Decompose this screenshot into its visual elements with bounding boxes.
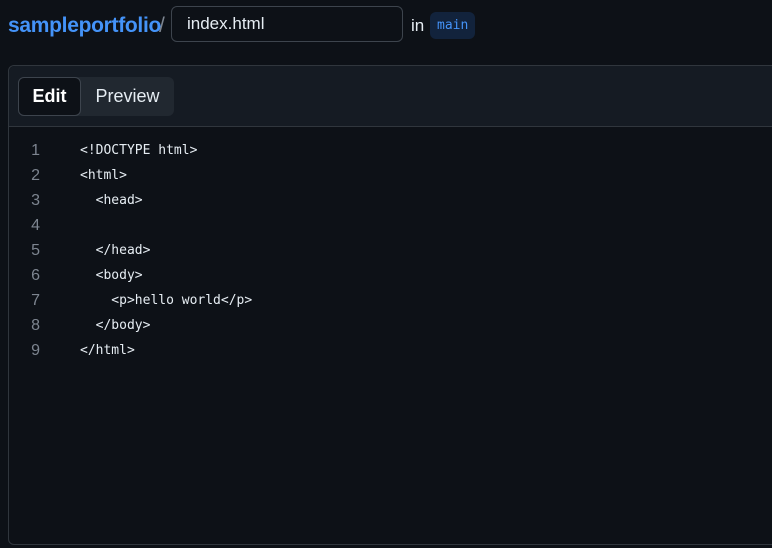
file-path-bar: sampleportfolio / in main: [0, 0, 772, 56]
branch-badge: main: [430, 12, 476, 39]
code-line[interactable]: 6 <body>: [9, 263, 772, 288]
line-content[interactable]: <html>: [80, 163, 127, 188]
filename-input[interactable]: [171, 6, 403, 42]
line-content[interactable]: <head>: [80, 188, 143, 213]
line-content[interactable]: <!DOCTYPE html>: [80, 138, 197, 163]
line-number: 3: [31, 192, 40, 209]
line-content[interactable]: <p>hello world</p>: [80, 288, 252, 313]
line-number: 1: [31, 142, 40, 159]
line-content[interactable]: </body>: [80, 313, 151, 338]
line-content[interactable]: <body>: [80, 263, 143, 288]
code-line[interactable]: 4: [9, 213, 772, 238]
path-separator: /: [159, 14, 165, 37]
code-line[interactable]: 7 <p>hello world</p>: [9, 288, 772, 313]
code-line[interactable]: 5 </head>: [9, 238, 772, 263]
line-number: 2: [31, 167, 40, 184]
editor-header: Edit Preview: [9, 66, 772, 127]
code-line[interactable]: 1 <!DOCTYPE html>: [9, 138, 772, 163]
code-line[interactable]: 3 <head>: [9, 188, 772, 213]
code-line[interactable]: 8 </body>: [9, 313, 772, 338]
line-number: 9: [31, 342, 40, 359]
tab-edit[interactable]: Edit: [18, 77, 81, 116]
line-content[interactable]: </html>: [80, 338, 135, 363]
editor-panel: Edit Preview 1 <!DOCTYPE html> 2 <html> …: [8, 65, 772, 545]
code-line[interactable]: 2 <html>: [9, 163, 772, 188]
line-number: 4: [31, 217, 40, 234]
edit-preview-tabs: Edit Preview: [18, 77, 174, 116]
repo-link[interactable]: sampleportfolio: [8, 14, 161, 38]
tab-preview[interactable]: Preview: [81, 77, 174, 116]
line-content[interactable]: </head>: [80, 238, 151, 263]
line-number: 5: [31, 242, 40, 259]
line-number: 8: [31, 317, 40, 334]
line-number: 6: [31, 267, 40, 284]
in-label: in: [411, 16, 425, 35]
code-line[interactable]: 9 </html>: [9, 338, 772, 363]
code-editor[interactable]: 1 <!DOCTYPE html> 2 <html> 3 <head> 4 5 …: [9, 128, 772, 548]
line-number: 7: [31, 292, 40, 309]
